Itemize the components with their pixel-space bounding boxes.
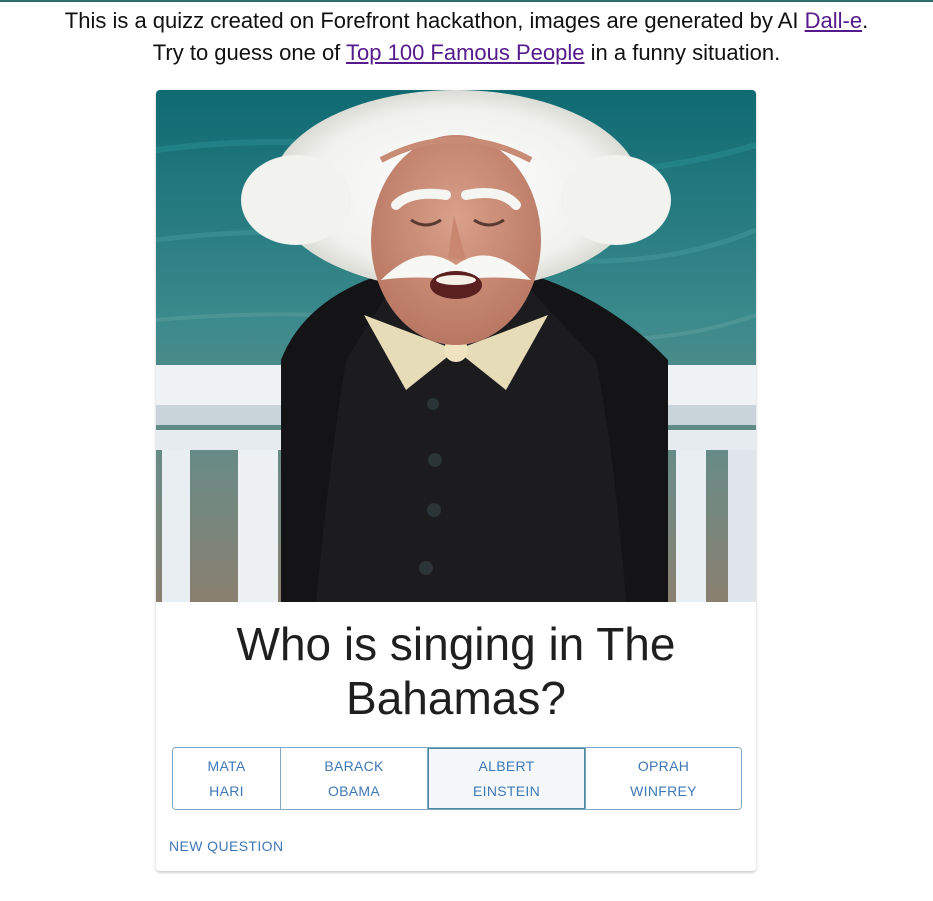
question-text: Who is singing in The Bahamas? <box>236 618 676 724</box>
intro-line-1-end: . <box>862 8 869 33</box>
quiz-card: Who is singing in The Bahamas? MATA HARI… <box>156 90 756 871</box>
intro-text: This is a quizz created on Forefront hac… <box>0 5 933 69</box>
quiz-image <box>156 90 756 602</box>
answer-barack-obama[interactable]: BARACK OBAMA <box>281 748 428 809</box>
answer-group: MATA HARI BARACK OBAMA ALBERT EINSTEIN O… <box>172 747 742 810</box>
intro-line-2-end: in a funny situation. <box>584 40 781 65</box>
dalle-link[interactable]: Dall-e <box>805 8 862 33</box>
answer-line-2: HARI <box>209 782 244 799</box>
intro-line-2-text: Try to guess one of <box>152 40 347 65</box>
answer-line-1: BARACK <box>324 757 384 774</box>
answer-label: OPRAH WINFREY <box>610 754 717 804</box>
answer-line-2: EINSTEIN <box>473 782 540 799</box>
intro-line-1-text: This is a quizz created on Forefront hac… <box>64 8 805 33</box>
answer-line-1: ALBERT <box>478 757 535 774</box>
answer-line-2: WINFREY <box>630 782 697 799</box>
answer-line-1: MATA <box>207 757 246 774</box>
answer-albert-einstein[interactable]: ALBERT EINSTEIN <box>428 748 586 809</box>
answer-line-2: OBAMA <box>327 782 381 799</box>
new-question-button[interactable]: NEW QUESTION <box>169 836 283 856</box>
answer-mata-hari[interactable]: MATA HARI <box>173 748 281 809</box>
intro-line-2: Try to guess one of Top 100 Famous Peopl… <box>0 37 933 69</box>
intro-line-1: This is a quizz created on Forefront hac… <box>0 5 933 37</box>
answer-label: BARACK OBAMA <box>304 754 403 804</box>
famous-people-link[interactable]: Top 100 Famous People <box>346 40 585 65</box>
answer-oprah-winfrey[interactable]: OPRAH WINFREY <box>586 748 741 809</box>
top-divider <box>0 0 933 2</box>
answer-label: MATA HARI <box>187 754 265 804</box>
answer-label: ALBERT EINSTEIN <box>453 754 560 804</box>
answer-line-1: OPRAH <box>637 757 690 774</box>
